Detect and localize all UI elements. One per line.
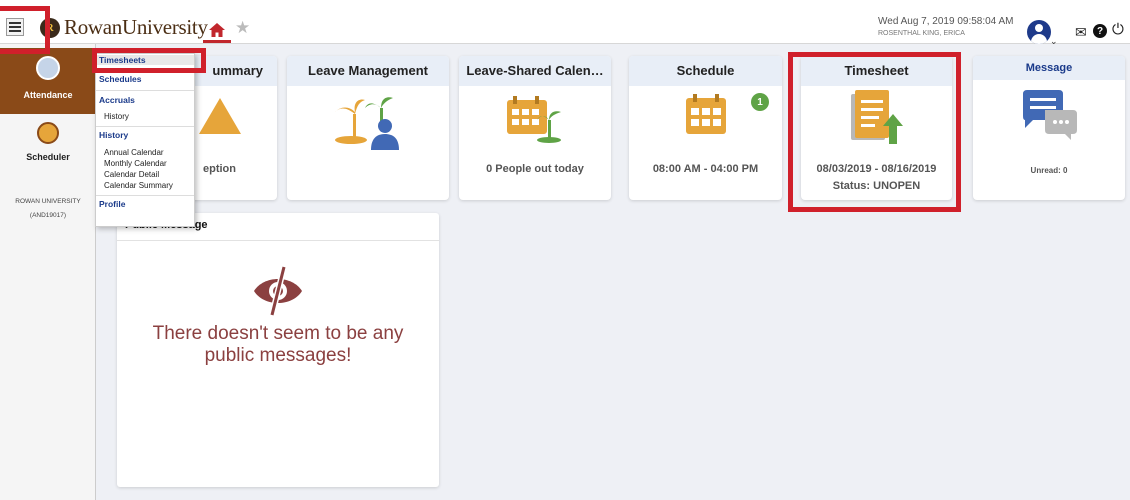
menu-item-history[interactable]: History [96, 130, 194, 140]
app-logo-text[interactable]: RowanUniversity [64, 15, 208, 40]
tile-leave-management[interactable]: Leave Management [287, 56, 449, 200]
menu-item-profile[interactable]: Profile [96, 199, 194, 209]
tile-value: 0 People out today [486, 163, 584, 175]
menu-item-accruals-history[interactable]: History [96, 112, 194, 121]
tile-message[interactable]: Message Unread: 0 [973, 56, 1125, 200]
notification-badge: 1 [751, 93, 769, 111]
home-tab-indicator [203, 40, 231, 43]
user-name: ROSENTHAL KING, ERICA [878, 30, 965, 37]
highlight-box-timesheet-tile [788, 52, 961, 212]
menu-item-monthly-calendar[interactable]: Monthly Calendar [96, 159, 194, 168]
calendar-palm-icon [507, 96, 561, 143]
menu-item-accruals[interactable]: Accruals [96, 95, 194, 105]
menu-item-annual-calendar[interactable]: Annual Calendar [96, 148, 194, 157]
help-icon[interactable]: ? [1093, 24, 1107, 38]
empty-message-line1: There doesn't seem to be any [152, 323, 404, 344]
sidebar-item-attendance[interactable]: Attendance [0, 48, 96, 114]
public-message-panel: Public Message There doesn't seem to be … [117, 213, 439, 487]
chat-bubbles-icon [1023, 90, 1077, 140]
mail-icon[interactable]: ✉ [1075, 24, 1087, 41]
menu-item-schedules[interactable]: Schedules [96, 74, 194, 84]
calendar-icon [37, 122, 59, 144]
menu-item-calendar-summary[interactable]: Calendar Summary [96, 181, 194, 190]
tile-title: Message [973, 56, 1125, 80]
warning-triangle-icon [199, 98, 241, 134]
unread-count: Unread: 0 [1030, 166, 1068, 175]
attendance-dropdown-menu: Timesheets Schedules Accruals History Hi… [95, 53, 195, 227]
org-code: (AND19017) [29, 212, 67, 219]
beach-person-icon [335, 97, 399, 150]
top-bar: R RowanUniversity ★ Wed Aug 7, 2019 09:5… [0, 0, 1130, 47]
tile-title: Leave Management [287, 56, 449, 86]
home-icon[interactable] [208, 22, 226, 38]
person-icon [36, 56, 60, 80]
logout-power-icon[interactable]: ⏻ [1112, 21, 1124, 38]
eye-slash-icon [254, 266, 302, 316]
current-datetime: Wed Aug 7, 2019 09:58:04 AM [878, 16, 1014, 27]
highlight-box-timesheets [92, 48, 206, 73]
highlight-box-hamburger [0, 6, 50, 54]
tile-value: 08:00 AM - 04:00 PM [652, 163, 759, 175]
user-avatar-icon[interactable] [1027, 20, 1051, 44]
empty-message-text: There doesn't seem to be any public mess… [117, 323, 439, 367]
tile-leave-shared-calendar[interactable]: Leave-Shared Calen… 0 People out today [459, 56, 611, 200]
sidebar-item-label: Attendance [23, 90, 73, 100]
empty-message-line2: public messages! [204, 345, 352, 366]
sidebar-item-scheduler[interactable]: Scheduler [0, 116, 96, 176]
tile-schedule[interactable]: Schedule 1 08:00 AM - 04:00 PM [629, 56, 782, 200]
favorite-star-icon[interactable]: ★ [235, 18, 250, 38]
calendar-icon [686, 94, 726, 134]
left-sidebar: Attendance Scheduler ROWAN UNIVERSITY (A… [0, 44, 96, 500]
menu-item-calendar-detail[interactable]: Calendar Detail [96, 170, 194, 179]
org-name: ROWAN UNIVERSITY [15, 198, 81, 205]
avatar-dropdown-chevron-icon[interactable]: ⌄ [1050, 36, 1058, 47]
tile-title: Leave-Shared Calen… [459, 56, 611, 86]
sidebar-item-label: Scheduler [26, 152, 70, 162]
tile-title: Schedule [629, 56, 782, 86]
